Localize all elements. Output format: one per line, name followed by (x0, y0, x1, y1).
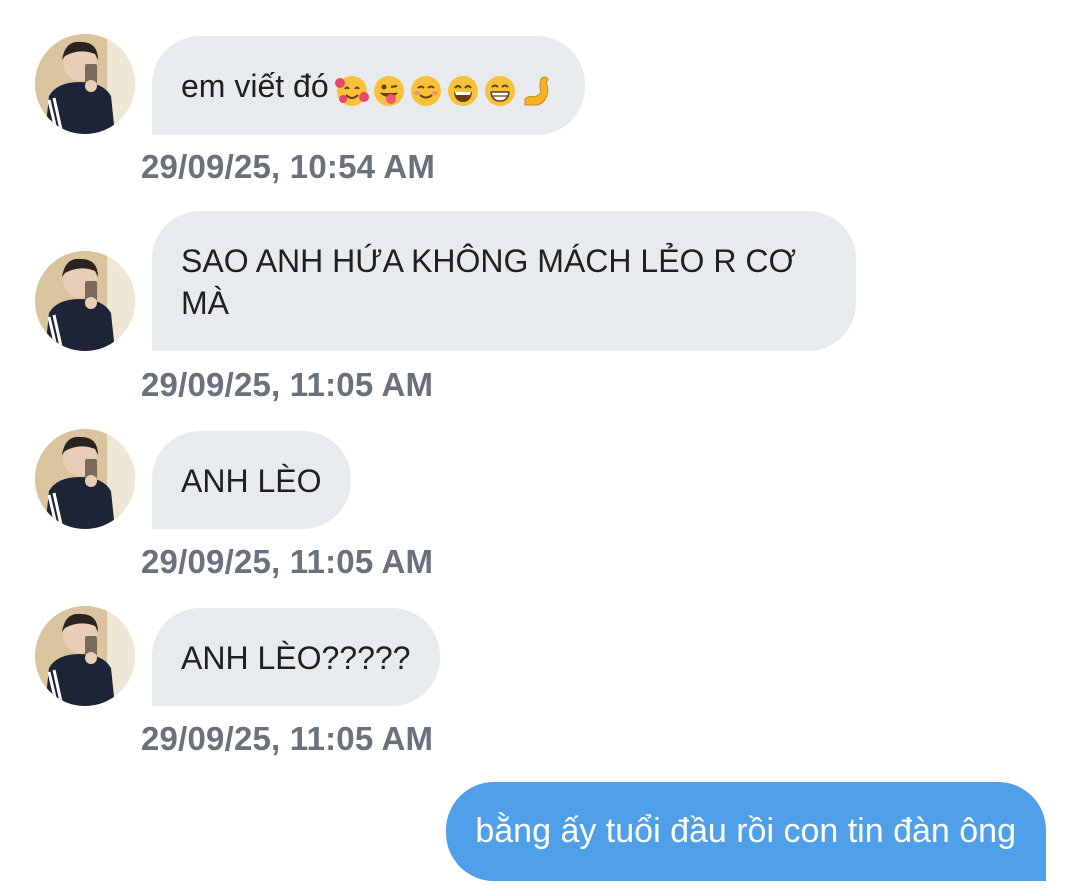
message-timestamp: 29/09/25, 10:54 AM (141, 148, 436, 185)
message-text-line: MÀ (181, 285, 229, 321)
message-timestamp: 29/09/25, 11:05 AM (141, 366, 434, 403)
message-text-line: SAO ANH HỨA KHÔNG MÁCH LẺO R CƠ (181, 243, 796, 279)
avatar[interactable] (35, 429, 135, 529)
message-bubble-incoming[interactable]: ANH LÈO (152, 431, 352, 529)
winking-face-with-tongue-icon (373, 76, 404, 107)
message-text: em viết đó (181, 68, 329, 104)
avatar[interactable] (35, 34, 135, 134)
grinning-face-icon (447, 76, 478, 107)
beaming-face-icon (484, 76, 515, 107)
message-bubble-incoming[interactable]: SAO ANH HỨA KHÔNG MÁCH LẺO R CƠ MÀ (152, 211, 856, 351)
message-timestamp: 29/09/25, 11:05 AM (141, 720, 434, 757)
message-bubble-outgoing[interactable]: bằng ấy tuổi đầu rồi con tin đàn ông (446, 782, 1046, 881)
smiling-face-with-hearts-icon (334, 76, 369, 107)
message-bubble-incoming[interactable]: em viết đó (152, 36, 585, 135)
flexed-biceps-icon (524, 76, 549, 106)
avatar[interactable] (35, 251, 135, 351)
smiling-face-icon (410, 76, 441, 107)
message-text: ANH LÈO????? (181, 640, 411, 676)
avatar[interactable] (35, 606, 135, 706)
message-timestamp: 29/09/25, 11:05 AM (141, 543, 434, 580)
message-text: bằng ấy tuổi đầu rồi con tin đàn ông (475, 812, 1016, 850)
message-text: ANH LÈO (181, 463, 322, 499)
message-bubble-incoming[interactable]: ANH LÈO????? (152, 608, 441, 706)
emoji-group (333, 68, 555, 110)
